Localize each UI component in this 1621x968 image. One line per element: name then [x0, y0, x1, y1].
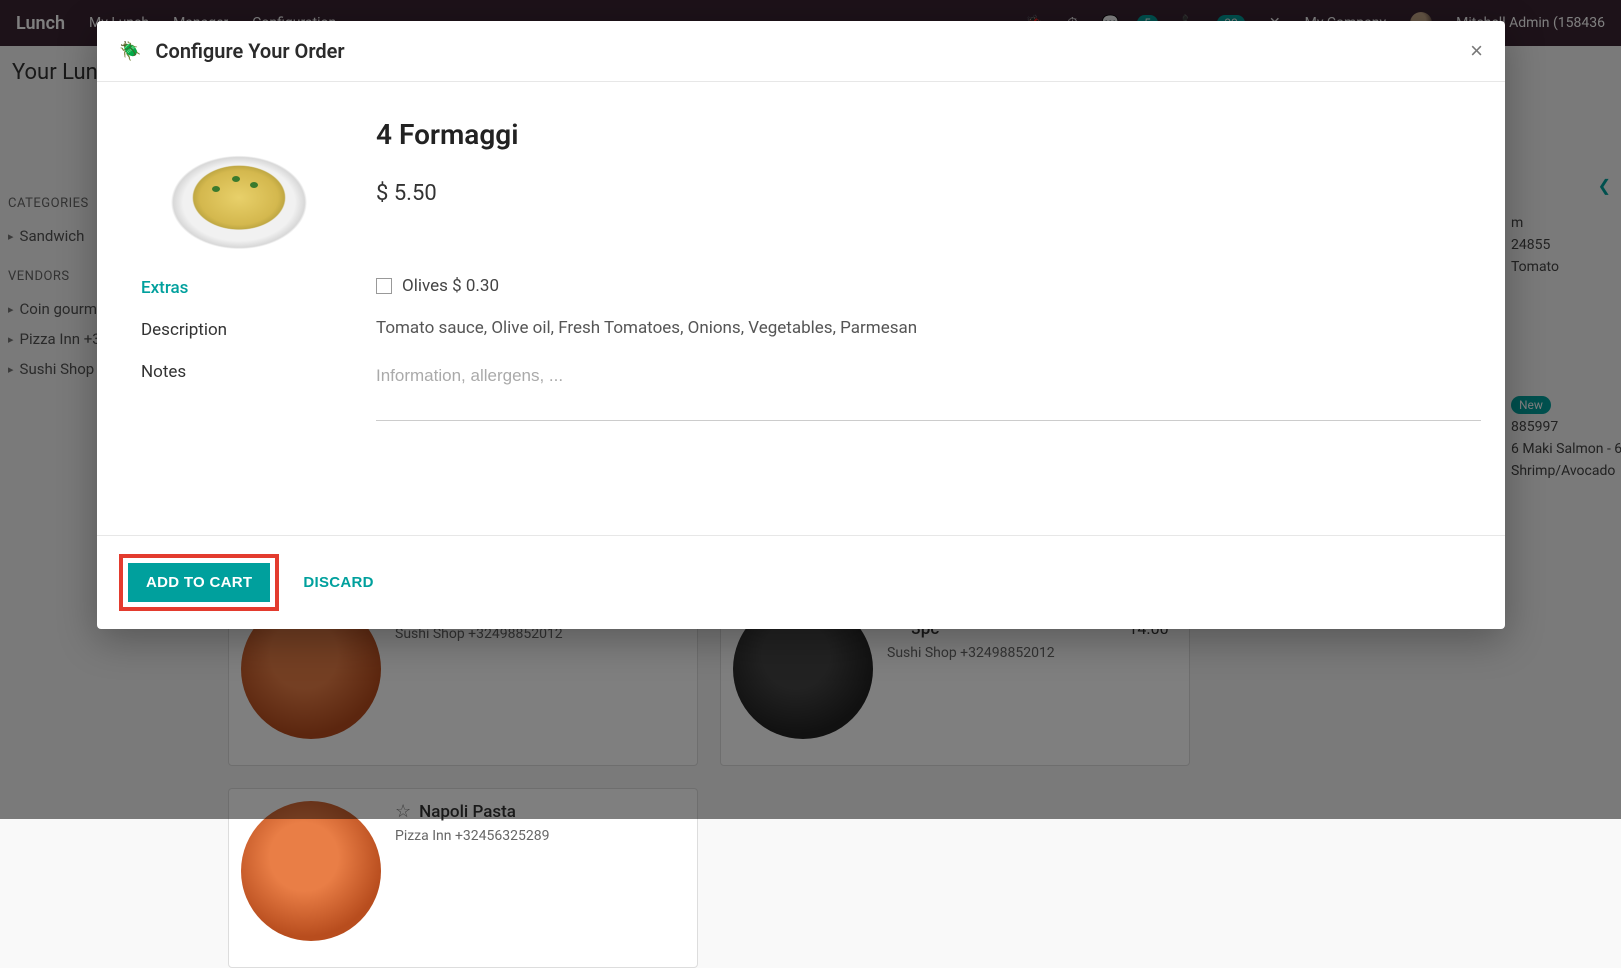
tutorial-highlight: ADD TO CART: [119, 554, 279, 611]
extras-label: Extras: [141, 276, 376, 298]
product-price: $ 5.50: [376, 181, 1481, 206]
bug-icon[interactable]: 🪲: [119, 41, 141, 62]
configure-order-modal: 🪲 Configure Your Order × 4 Formaggi $ 5.…: [97, 21, 1505, 629]
add-to-cart-button[interactable]: ADD TO CART: [128, 563, 270, 602]
modal-header: 🪲 Configure Your Order ×: [97, 21, 1505, 82]
food-thumb-icon: [241, 801, 381, 941]
description-label: Description: [141, 318, 376, 340]
notes-input[interactable]: [376, 360, 1481, 421]
description-text: Tomato sauce, Olive oil, Fresh Tomatoes,…: [376, 318, 1481, 338]
modal-title: Configure Your Order: [155, 39, 344, 63]
extra-option-label: Olives $ 0.30: [402, 276, 499, 296]
modal-footer: ADD TO CART DISCARD: [97, 535, 1505, 629]
notes-label: Notes: [141, 360, 376, 421]
product-name: 4 Formaggi: [376, 118, 1481, 151]
modal-body: 4 Formaggi $ 5.50 Extras Olives $ 0.30 D…: [97, 82, 1505, 535]
close-button[interactable]: ×: [1470, 40, 1483, 62]
checkbox-icon[interactable]: [376, 278, 392, 294]
discard-button[interactable]: DISCARD: [303, 574, 373, 591]
extra-olives-option[interactable]: Olives $ 0.30: [376, 276, 1481, 296]
product-image: [154, 140, 324, 260]
